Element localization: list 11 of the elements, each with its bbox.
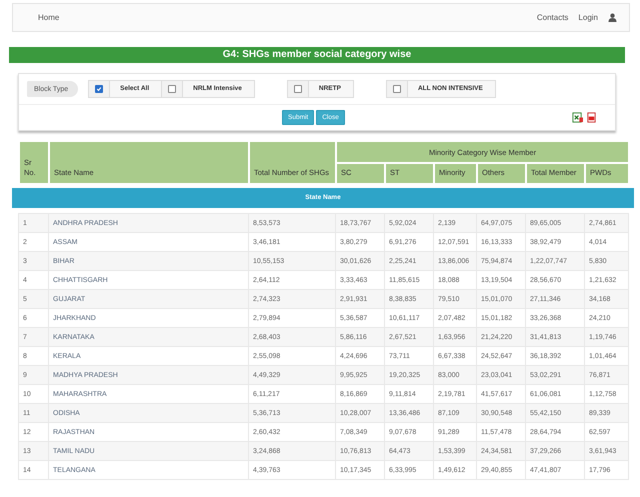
checkbox[interactable] [95, 85, 104, 93]
checkbox[interactable] [392, 85, 401, 93]
checkbox[interactable] [294, 85, 302, 93]
nav-link[interactable]: Login [578, 13, 598, 22]
checkbox[interactable] [168, 85, 176, 93]
spreadsheet-icon[interactable] [572, 112, 583, 123]
nav-link[interactable]: Contacts [536, 13, 568, 22]
page-title-bar: G4: SHGs member social category wise [9, 47, 625, 63]
user-icon[interactable] [608, 13, 617, 22]
nav-link[interactable]: Home [38, 13, 60, 22]
document-icon[interactable] [586, 112, 597, 123]
